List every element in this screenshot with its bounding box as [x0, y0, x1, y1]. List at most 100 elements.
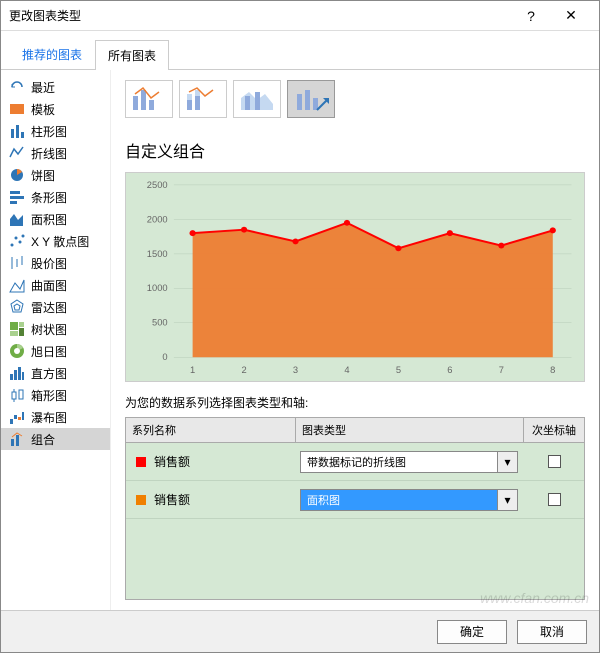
series-table-header: 系列名称 图表类型 次坐标轴 — [126, 418, 584, 443]
sidebar-item-label: 折线图 — [31, 145, 67, 162]
sidebar-item-label: 条形图 — [31, 189, 67, 206]
svg-text:2500: 2500 — [147, 180, 168, 190]
series-color-swatch — [136, 495, 146, 505]
category-icon — [9, 233, 25, 249]
subtype-area-column[interactable] — [233, 80, 281, 118]
svg-text:3: 3 — [293, 365, 298, 375]
sidebar-item-label: 组合 — [31, 431, 55, 448]
tab-all-charts[interactable]: 所有图表 — [95, 40, 169, 70]
series-table: 系列名称 图表类型 次坐标轴 销售额带数据标记的折线图▾销售额面积图▾ — [125, 417, 585, 600]
svg-text:1: 1 — [190, 365, 195, 375]
header-series-name: 系列名称 — [126, 418, 296, 442]
category-icon — [9, 321, 25, 337]
svg-text:4: 4 — [344, 365, 349, 375]
sidebar-item-label: 曲面图 — [31, 277, 67, 294]
svg-text:2000: 2000 — [147, 215, 168, 225]
chevron-down-icon: ▾ — [497, 490, 517, 510]
series-row: 销售额面积图▾ — [126, 481, 584, 519]
header-chart-type: 图表类型 — [296, 418, 524, 442]
svg-text:2: 2 — [241, 365, 246, 375]
category-icon — [9, 343, 25, 359]
category-icon — [9, 365, 25, 381]
sidebar-item-3[interactable]: 折线图 — [1, 142, 110, 164]
sidebar-item-8[interactable]: 股价图 — [1, 252, 110, 274]
secondary-axis-checkbox[interactable] — [548, 493, 561, 506]
sidebar-item-9[interactable]: 曲面图 — [1, 274, 110, 296]
series-type-dropdown[interactable]: 带数据标记的折线图▾ — [300, 451, 518, 473]
tab-bar: 推荐的图表 所有图表 — [1, 31, 599, 70]
secondary-axis-checkbox[interactable] — [548, 455, 561, 468]
category-icon — [9, 189, 25, 205]
subtype-custom-combo[interactable] — [287, 80, 335, 118]
series-type-dropdown[interactable]: 面积图▾ — [300, 489, 518, 511]
svg-text:5: 5 — [396, 365, 401, 375]
change-chart-type-dialog: 更改图表类型 ? ✕ 推荐的图表 所有图表 最近模板柱形图折线图饼图条形图面积图… — [0, 0, 600, 653]
sidebar-item-label: 直方图 — [31, 365, 67, 382]
section-title: 自定义组合 — [125, 138, 585, 162]
sidebar-item-label: 树状图 — [31, 321, 67, 338]
close-button[interactable]: ✕ — [551, 2, 591, 30]
category-icon — [9, 387, 25, 403]
subtype-clustered-column-line[interactable] — [125, 80, 173, 118]
category-icon — [9, 79, 25, 95]
svg-text:7: 7 — [499, 365, 504, 375]
sidebar-item-label: 旭日图 — [31, 343, 67, 360]
sidebar-item-1[interactable]: 模板 — [1, 98, 110, 120]
series-row: 销售额带数据标记的折线图▾ — [126, 443, 584, 481]
sidebar-item-15[interactable]: 瀑布图 — [1, 406, 110, 428]
sidebar-item-13[interactable]: 直方图 — [1, 362, 110, 384]
header-secondary-axis: 次坐标轴 — [524, 418, 584, 442]
sidebar-item-label: X Y 散点图 — [31, 233, 89, 250]
titlebar: 更改图表类型 ? ✕ — [1, 1, 599, 31]
sidebar-item-10[interactable]: 雷达图 — [1, 296, 110, 318]
cancel-button[interactable]: 取消 — [517, 620, 587, 644]
sidebar-item-5[interactable]: 条形图 — [1, 186, 110, 208]
tab-recommended[interactable]: 推荐的图表 — [9, 39, 95, 69]
dialog-title: 更改图表类型 — [9, 7, 511, 24]
sidebar-item-0[interactable]: 最近 — [1, 76, 110, 98]
category-icon — [9, 123, 25, 139]
series-color-swatch — [136, 457, 146, 467]
sidebar-item-label: 股价图 — [31, 255, 67, 272]
sidebar-item-label: 柱形图 — [31, 123, 67, 140]
category-icon — [9, 101, 25, 117]
series-name: 销售额 — [154, 491, 294, 508]
sidebar-item-label: 箱形图 — [31, 387, 67, 404]
category-icon — [9, 409, 25, 425]
sidebar-item-label: 雷达图 — [31, 299, 67, 316]
sidebar-item-label: 面积图 — [31, 211, 67, 228]
subtype-stacked-column-line[interactable] — [179, 80, 227, 118]
sidebar-item-11[interactable]: 树状图 — [1, 318, 110, 340]
subtype-row — [125, 80, 585, 118]
category-icon — [9, 277, 25, 293]
sidebar-item-2[interactable]: 柱形图 — [1, 120, 110, 142]
chart-category-sidebar: 最近模板柱形图折线图饼图条形图面积图 X Y 散点图股价图曲面图雷达图树状图旭日图… — [1, 70, 111, 610]
category-icon — [9, 299, 25, 315]
sidebar-item-6[interactable]: 面积图 — [1, 208, 110, 230]
sidebar-item-label: 瀑布图 — [31, 409, 67, 426]
sidebar-item-7[interactable]: X Y 散点图 — [1, 230, 110, 252]
category-icon — [9, 211, 25, 227]
category-icon — [9, 431, 25, 447]
sidebar-item-label: 模板 — [31, 101, 55, 118]
category-icon — [9, 145, 25, 161]
svg-text:8: 8 — [550, 365, 555, 375]
category-icon — [9, 167, 25, 183]
sidebar-item-12[interactable]: 旭日图 — [1, 340, 110, 362]
sidebar-item-4[interactable]: 饼图 — [1, 164, 110, 186]
series-name: 销售额 — [154, 453, 294, 470]
svg-text:6: 6 — [447, 365, 452, 375]
chevron-down-icon: ▾ — [497, 452, 517, 472]
svg-text:1500: 1500 — [147, 249, 168, 259]
sidebar-item-16[interactable]: 组合 — [1, 428, 110, 450]
main-panel: 自定义组合 0500100015002000250012345678 为您的数据… — [111, 70, 599, 610]
ok-button[interactable]: 确定 — [437, 620, 507, 644]
sidebar-item-14[interactable]: 箱形图 — [1, 384, 110, 406]
sidebar-item-label: 最近 — [31, 79, 55, 96]
instruction-label: 为您的数据系列选择图表类型和轴: — [125, 394, 585, 411]
help-button[interactable]: ? — [511, 2, 551, 30]
svg-text:1000: 1000 — [147, 283, 168, 293]
dialog-footer: 确定 取消 — [1, 610, 599, 652]
svg-text:0: 0 — [162, 352, 167, 362]
category-icon — [9, 255, 25, 271]
